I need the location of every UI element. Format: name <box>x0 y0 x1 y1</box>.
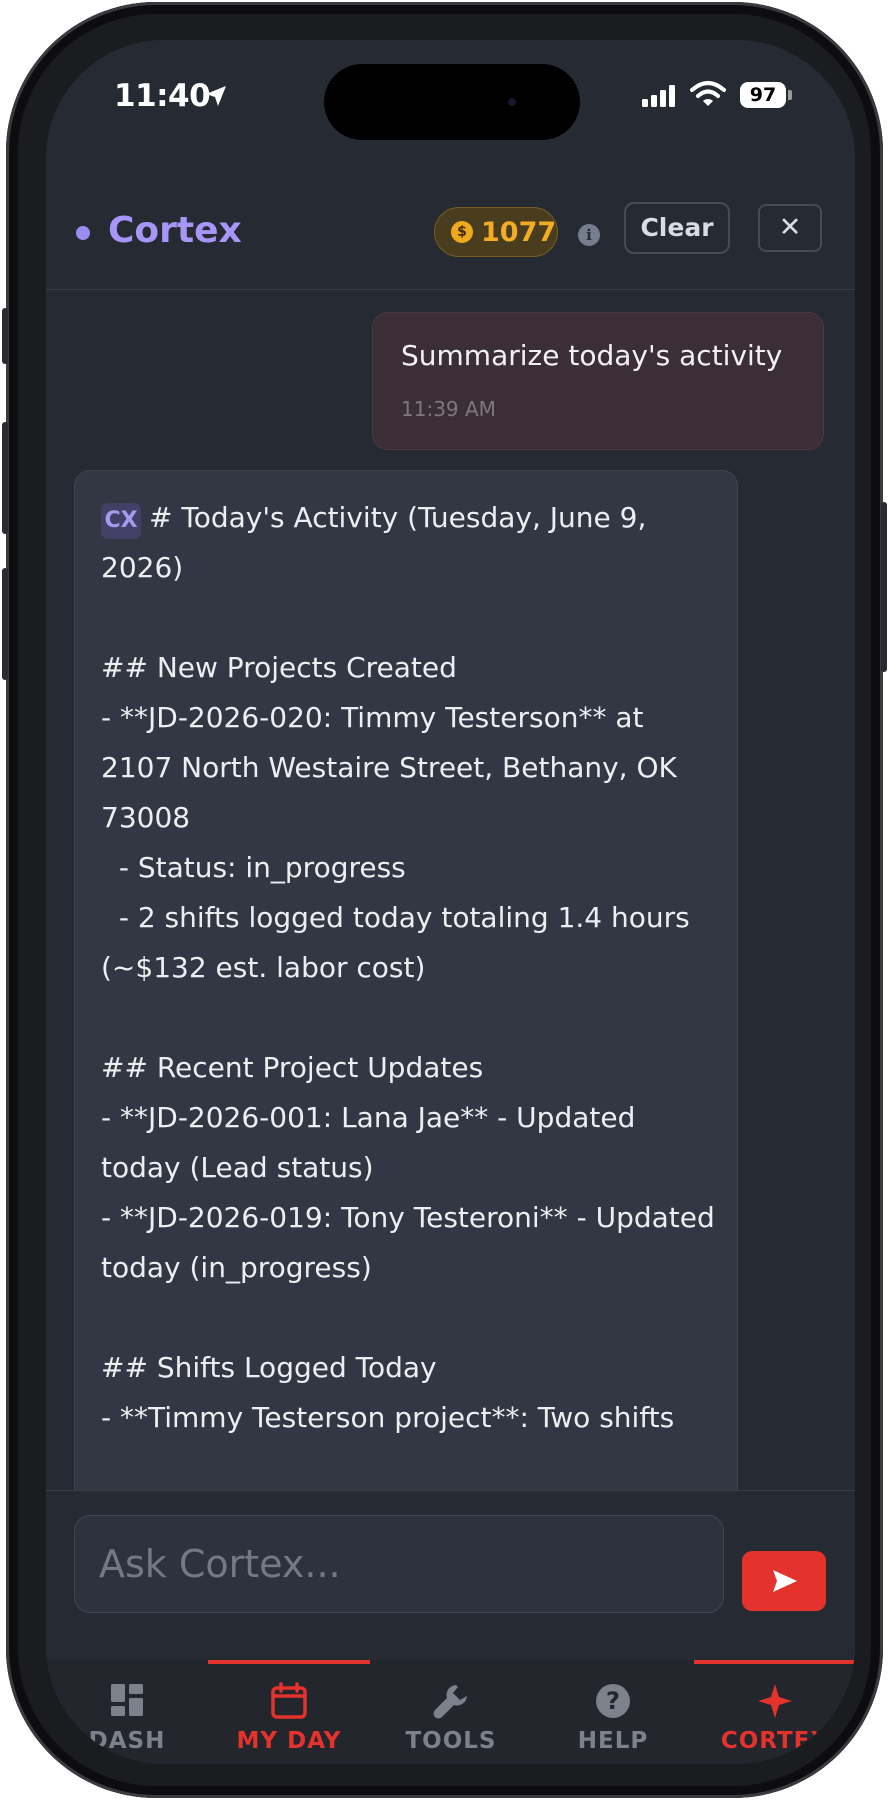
tab-my-day-label: MY DAY <box>236 1728 342 1754</box>
assistant-message-body: # Today's Activity (Tuesday, June 9, 202… <box>101 501 715 1434</box>
status-bar: 11:40 97 <box>46 40 855 170</box>
tab-help[interactable]: ? HELP <box>532 1660 694 1764</box>
sparkle-icon <box>758 1684 792 1718</box>
ask-input[interactable] <box>74 1515 724 1613</box>
location-arrow-icon <box>206 86 226 106</box>
close-button[interactable]: ✕ <box>758 204 822 252</box>
credits-count: 1077 <box>481 217 557 248</box>
help-circle-icon: ? <box>596 1684 630 1718</box>
action-button <box>2 308 8 364</box>
clear-button[interactable]: Clear <box>624 202 730 254</box>
tab-help-label: HELP <box>577 1728 649 1754</box>
send-button[interactable] <box>742 1551 826 1611</box>
phone-frame: 11:40 97 Cortex $ 1077 i Clear ✕ Summari… <box>2 2 887 1798</box>
tab-tools[interactable]: TOOLS <box>370 1660 532 1764</box>
wrench-icon <box>433 1685 467 1719</box>
tab-cortex[interactable]: CORTEX <box>694 1660 855 1764</box>
camera-dot <box>508 98 516 106</box>
tab-dash[interactable]: DASH <box>46 1660 208 1764</box>
chat-header: Cortex $ 1077 i Clear ✕ <box>46 170 855 290</box>
user-message-bubble: Summarize today's activity 11:39 AM <box>372 312 824 450</box>
assistant-message-bubble: CX # Today's Activity (Tuesday, June 9, … <box>74 470 738 1520</box>
volume-down-button <box>2 568 8 680</box>
assistant-message-text: # Today's Activity (Tuesday, June 9, 202… <box>101 493 721 1443</box>
tab-my-day[interactable]: MY DAY <box>208 1660 370 1764</box>
dynamic-island <box>324 64 580 140</box>
tab-cortex-label: CORTEX <box>720 1728 830 1754</box>
battery-level: 97 <box>740 82 786 108</box>
user-message-time: 11:39 AM <box>401 397 496 421</box>
send-icon <box>773 1570 797 1592</box>
brand-title: Cortex <box>108 210 242 251</box>
calendar-icon <box>271 1682 307 1719</box>
status-time: 11:40 <box>114 78 211 114</box>
info-icon[interactable]: i <box>578 224 600 246</box>
screen: 11:40 97 Cortex $ 1077 i Clear ✕ Summari… <box>46 40 855 1764</box>
tab-dash-label: DASH <box>88 1728 166 1754</box>
credits-badge[interactable]: $ 1077 <box>434 207 558 257</box>
tab-tools-label: TOOLS <box>405 1728 497 1754</box>
brand-dot-icon <box>76 226 90 240</box>
battery-tip <box>788 90 792 100</box>
cellular-signal-icon <box>642 85 675 107</box>
composer <box>46 1490 855 1660</box>
volume-up-button <box>2 422 8 534</box>
tab-bar: DASH MY DAY TOOLS ? HELP CORTEX <box>46 1660 855 1764</box>
power-button <box>881 502 887 672</box>
wifi-icon <box>690 81 726 106</box>
user-message-text: Summarize today's activity <box>401 339 783 372</box>
svg-text:?: ? <box>606 1687 620 1715</box>
coin-icon: $ <box>451 221 473 243</box>
dashboard-icon <box>111 1684 143 1716</box>
